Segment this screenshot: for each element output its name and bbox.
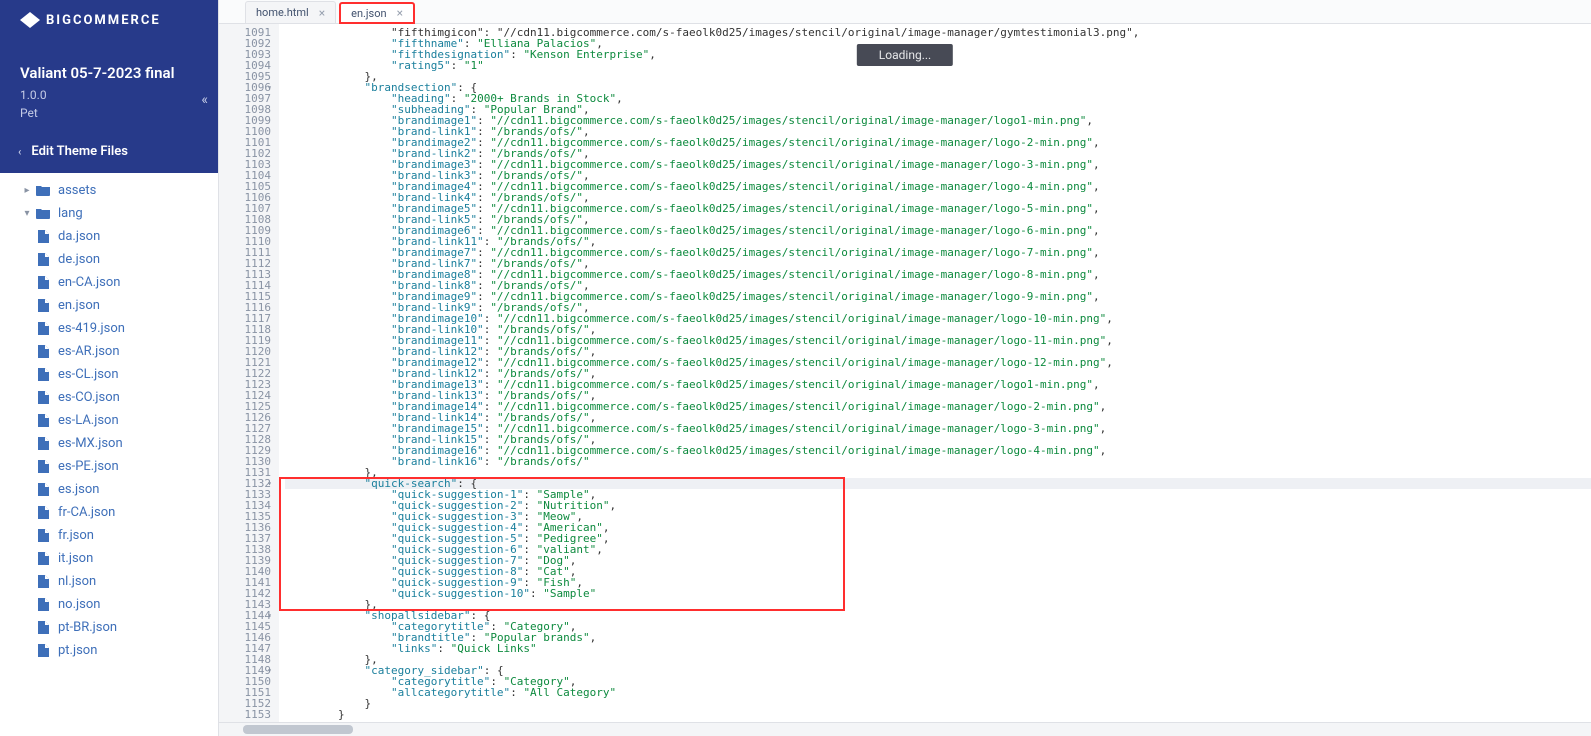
file-label: es-MX.json bbox=[58, 436, 123, 451]
file-icon bbox=[36, 323, 50, 335]
project-type: Pet bbox=[20, 106, 198, 120]
code-line[interactable]: "rating5": "1" bbox=[285, 60, 1591, 71]
tab-home-html[interactable]: home.html × bbox=[245, 1, 336, 23]
file-icon bbox=[36, 622, 50, 634]
chevron-down-icon: ▾ bbox=[20, 208, 34, 219]
close-tab-icon[interactable]: × bbox=[319, 6, 325, 20]
file-es-PE-json[interactable]: es-PE.json bbox=[0, 455, 218, 478]
file-de-json[interactable]: de.json bbox=[0, 248, 218, 271]
file-icon bbox=[36, 645, 50, 657]
folder-assets[interactable]: ▸ assets bbox=[0, 179, 218, 202]
file-es-json[interactable]: es.json bbox=[0, 478, 218, 501]
file-icon bbox=[36, 231, 50, 243]
code-line[interactable]: } bbox=[285, 709, 1591, 720]
file-icon bbox=[36, 346, 50, 358]
file-fr-CA-json[interactable]: fr-CA.json bbox=[0, 501, 218, 524]
tab-label: en.json bbox=[351, 7, 386, 20]
file-es-MX-json[interactable]: es-MX.json bbox=[0, 432, 218, 455]
file-label: nl.json bbox=[58, 574, 96, 589]
file-label: en-CA.json bbox=[58, 275, 120, 290]
tab-bar: home.html × en.json × bbox=[219, 0, 1591, 24]
folder-icon bbox=[36, 208, 50, 220]
nav-edit-theme-files[interactable]: ‹ Edit Theme Files bbox=[0, 130, 218, 173]
file-label: da.json bbox=[58, 229, 100, 244]
file-label: es-CL.json bbox=[58, 367, 119, 382]
chevron-left-icon: ‹ bbox=[18, 145, 21, 158]
file-label: fr-CA.json bbox=[58, 505, 115, 520]
collapse-sidebar-button[interactable]: « bbox=[201, 92, 208, 108]
file-pt-json[interactable]: pt.json bbox=[0, 639, 218, 662]
logo-icon bbox=[20, 12, 40, 28]
tab-label: home.html bbox=[256, 6, 309, 19]
file-icon bbox=[36, 300, 50, 312]
horizontal-scrollbar[interactable] bbox=[219, 722, 1591, 736]
file-label: es.json bbox=[58, 482, 99, 497]
file-label: es-PE.json bbox=[58, 459, 119, 474]
file-it-json[interactable]: it.json bbox=[0, 547, 218, 570]
file-icon bbox=[36, 484, 50, 496]
file-en-json[interactable]: en.json bbox=[0, 294, 218, 317]
project-title: Valiant 05-7-2023 final bbox=[20, 64, 198, 82]
file-icon bbox=[36, 277, 50, 289]
folder-icon bbox=[36, 185, 50, 197]
code-line[interactable]: "brand-link16": "/brands/ofs/" bbox=[285, 456, 1591, 467]
scrollbar-thumb[interactable] bbox=[243, 725, 353, 734]
file-icon bbox=[36, 415, 50, 427]
file-nl-json[interactable]: nl.json bbox=[0, 570, 218, 593]
line-number-gutter: 1091109210931094109510961097109810991100… bbox=[219, 24, 279, 722]
file-icon bbox=[36, 507, 50, 519]
file-da-json[interactable]: da.json bbox=[0, 225, 218, 248]
code-editor[interactable]: 1091109210931094109510961097109810991100… bbox=[219, 24, 1591, 722]
file-icon bbox=[36, 392, 50, 404]
file-label: it.json bbox=[58, 551, 93, 566]
folder-label: lang bbox=[58, 206, 83, 221]
file-es-LA-json[interactable]: es-LA.json bbox=[0, 409, 218, 432]
code-line[interactable]: "quick-suggestion-10": "Sample" bbox=[285, 588, 1591, 599]
file-es-CL-json[interactable]: es-CL.json bbox=[0, 363, 218, 386]
code-line[interactable]: } bbox=[285, 698, 1591, 709]
file-icon bbox=[36, 254, 50, 266]
file-label: es-LA.json bbox=[58, 413, 119, 428]
file-label: en.json bbox=[58, 298, 100, 313]
close-tab-icon[interactable]: × bbox=[397, 6, 403, 20]
file-icon bbox=[36, 369, 50, 381]
file-fr-json[interactable]: fr.json bbox=[0, 524, 218, 547]
nav-label: Edit Theme Files bbox=[31, 144, 128, 159]
file-icon bbox=[36, 576, 50, 588]
folder-label: assets bbox=[58, 183, 96, 198]
tab-en-json[interactable]: en.json × bbox=[339, 2, 415, 24]
file-label: no.json bbox=[58, 597, 100, 612]
project-version: 1.0.0 bbox=[20, 88, 198, 102]
file-es-419-json[interactable]: es-419.json bbox=[0, 317, 218, 340]
file-es-CO-json[interactable]: es-CO.json bbox=[0, 386, 218, 409]
file-tree: ▸ assets ▾ lang da.json de.json en-CA.json en.j… bbox=[0, 173, 218, 736]
code-line[interactable]: "links": "Quick Links" bbox=[285, 643, 1591, 654]
logo-text: BIGCOMMERCE bbox=[46, 13, 161, 28]
code-line[interactable]: }, bbox=[285, 467, 1591, 478]
code-line[interactable]: }, bbox=[285, 71, 1591, 82]
code-line[interactable]: "allcategorytitle": "All Category" bbox=[285, 687, 1591, 698]
file-label: es-CO.json bbox=[58, 390, 120, 405]
file-icon bbox=[36, 438, 50, 450]
file-icon bbox=[36, 461, 50, 473]
file-label: pt.json bbox=[58, 643, 97, 658]
file-icon bbox=[36, 530, 50, 542]
file-label: pt-BR.json bbox=[58, 620, 117, 635]
file-pt-BR-json[interactable]: pt-BR.json bbox=[0, 616, 218, 639]
file-icon bbox=[36, 599, 50, 611]
file-es-AR-json[interactable]: es-AR.json bbox=[0, 340, 218, 363]
file-label: es-AR.json bbox=[58, 344, 120, 359]
file-label: fr.json bbox=[58, 528, 94, 543]
folder-lang[interactable]: ▾ lang bbox=[0, 202, 218, 225]
file-label: es-419.json bbox=[58, 321, 125, 336]
file-label: de.json bbox=[58, 252, 100, 267]
file-icon bbox=[36, 553, 50, 565]
brand-logo: BIGCOMMERCE bbox=[0, 0, 218, 40]
chevron-right-icon: ▸ bbox=[20, 185, 34, 196]
file-en-CA-json[interactable]: en-CA.json bbox=[0, 271, 218, 294]
file-no-json[interactable]: no.json bbox=[0, 593, 218, 616]
code-area[interactable]: "fifthimgicon": "//cdn11.bigcommerce.com… bbox=[279, 24, 1591, 722]
